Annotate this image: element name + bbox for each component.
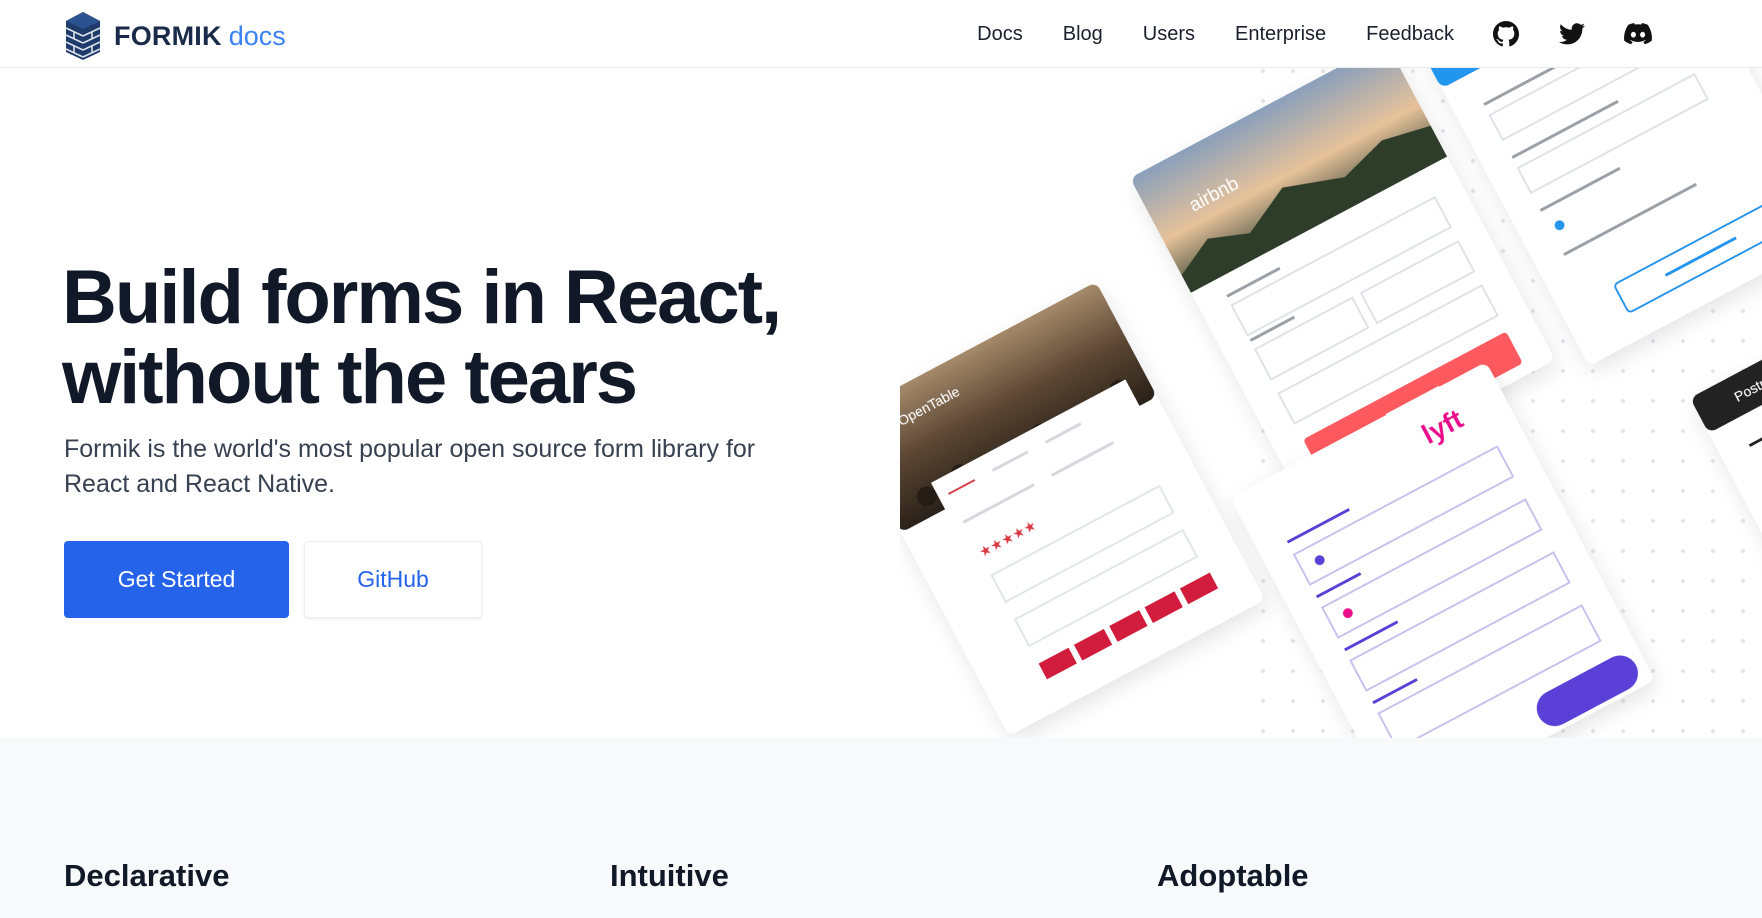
nav-blog[interactable]: Blog	[1063, 23, 1103, 46]
opentable-card: OpenTable ★★★★★	[900, 284, 1263, 734]
forms-illustration: docker airbnb	[900, 68, 1762, 738]
get-started-button[interactable]: Get Started	[64, 541, 289, 618]
headline-line-2: without the tears	[62, 335, 638, 420]
site-header: FORMIK docs Docs Blog Users Enterprise F…	[0, 0, 1762, 68]
brand-sub: docs	[228, 20, 286, 51]
nav-docs[interactable]: Docs	[977, 23, 1023, 46]
headline-line-1: Build forms in React,	[62, 255, 782, 340]
nav-users[interactable]: Users	[1143, 23, 1195, 46]
formik-logo-icon	[65, 12, 101, 60]
nav-feedback[interactable]: Feedback	[1366, 23, 1454, 46]
nav-enterprise[interactable]: Enterprise	[1235, 23, 1326, 46]
discord-icon[interactable]	[1624, 20, 1652, 48]
top-nav: Docs Blog Users Enterprise Feedback	[937, 0, 1652, 68]
feature-declarative: Declarative	[64, 858, 230, 893]
hero-section: Build forms in React, without the tears …	[0, 68, 1762, 738]
logo[interactable]: FORMIK docs	[64, 10, 286, 62]
hero-subtitle: Formik is the world's most popular open …	[64, 435, 756, 498]
github-icon[interactable]	[1492, 20, 1520, 48]
twitter-icon[interactable]	[1558, 20, 1586, 48]
feature-adoptable: Adoptable	[1157, 858, 1309, 893]
github-button[interactable]: GitHub	[304, 541, 482, 618]
features-section: Declarative Intuitive Adoptable	[0, 738, 1762, 918]
brand-name: FORMIK	[114, 20, 222, 51]
hero-headline: Build forms in React, without the tears	[62, 258, 862, 418]
feature-intuitive: Intuitive	[610, 858, 729, 893]
